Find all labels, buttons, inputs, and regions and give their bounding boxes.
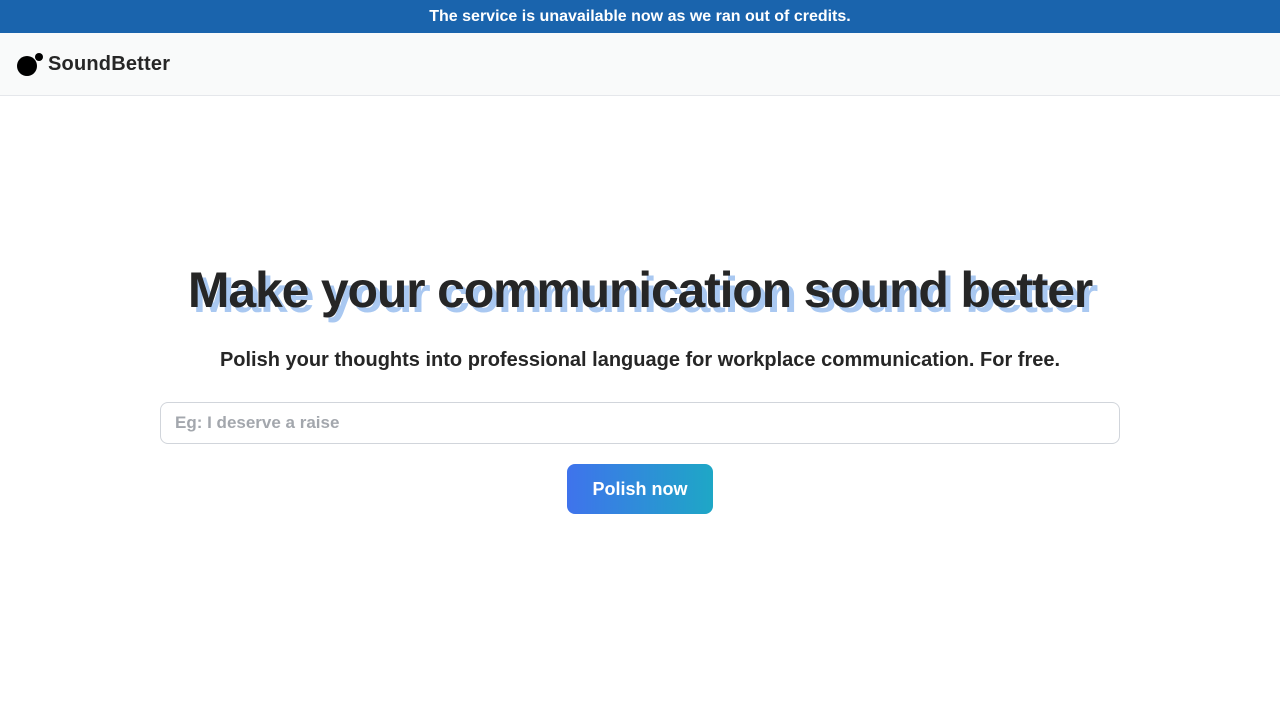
polish-now-button[interactable]: Polish now xyxy=(567,464,713,514)
brand-link[interactable]: SoundBetter xyxy=(17,53,170,76)
brand-name: SoundBetter xyxy=(48,52,171,75)
top-navbar: SoundBetter xyxy=(0,33,1280,96)
page-subtitle: Polish your thoughts into professional l… xyxy=(219,349,1061,371)
service-unavailable-banner: The service is unavailable now as we ran… xyxy=(0,0,1280,33)
logo-small-dot xyxy=(35,53,43,61)
hero-section: Make your communication sound better Pol… xyxy=(0,96,1280,720)
page-title: Make your communication sound better xyxy=(187,262,1093,318)
thought-input[interactable] xyxy=(160,402,1120,444)
two-dots-logo-icon xyxy=(17,53,44,76)
logo-large-dot xyxy=(17,56,37,76)
banner-text: The service is unavailable now as we ran… xyxy=(429,7,851,25)
